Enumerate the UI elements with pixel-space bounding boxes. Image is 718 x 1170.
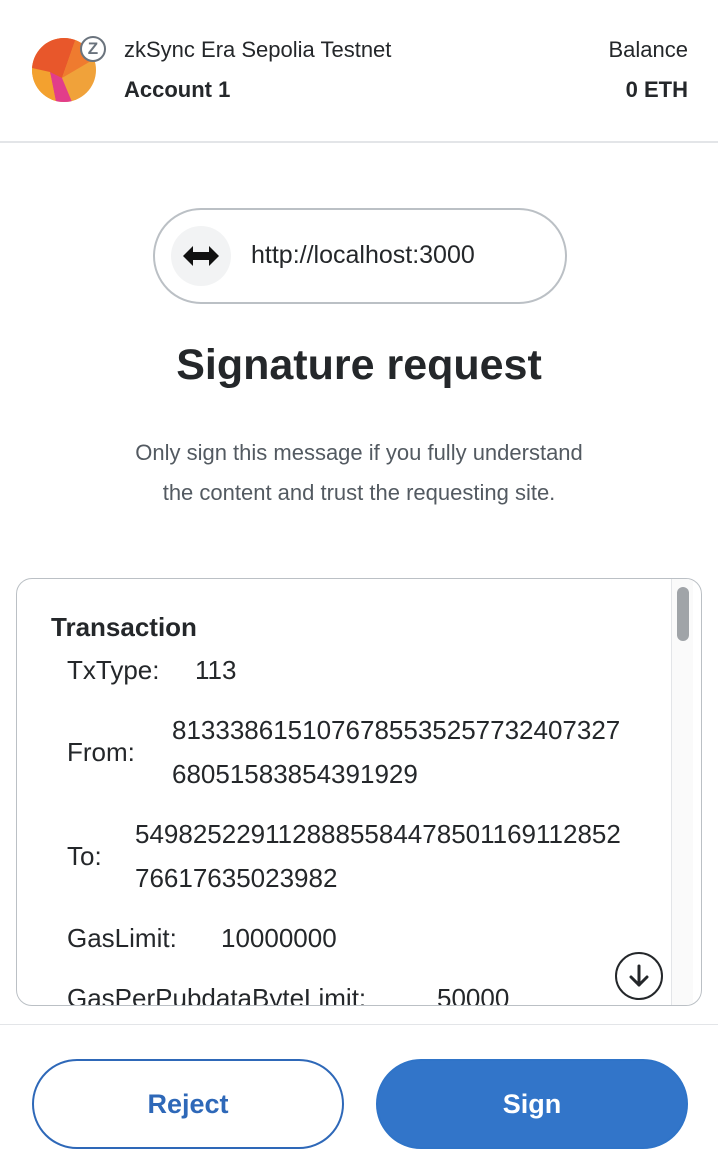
- gasperpubdata-value: 50000: [437, 983, 510, 1006]
- balance-label: Balance: [608, 37, 688, 62]
- message-scrollbar[interactable]: [671, 579, 693, 1005]
- scrollbar-thumb[interactable]: [677, 587, 689, 641]
- account-name: Account 1: [124, 77, 231, 102]
- warning-text: Only sign this message if you fully unde…: [90, 433, 628, 513]
- to-label: To:: [67, 841, 102, 871]
- network-badge-icon: Z: [80, 36, 106, 62]
- network-name: zkSync Era Sepolia Testnet: [124, 37, 392, 62]
- txtype-label: TxType:: [67, 655, 160, 685]
- origin-url: http://localhost:3000: [251, 241, 475, 269]
- balance-value: 0 ETH: [625, 77, 688, 102]
- gaslimit-label: GasLimit:: [67, 923, 177, 953]
- txtype-value: 113: [195, 655, 237, 685]
- message-heading: Transaction: [51, 612, 197, 642]
- from-label: From:: [67, 737, 135, 767]
- page-title: Signature request: [176, 341, 542, 389]
- gasperpubdata-label: GasPerPubdataByteLimit:: [67, 983, 367, 1006]
- warning-line-2: the content and trust the requesting sit…: [162, 480, 556, 505]
- scroll-down-arrow-icon[interactable]: [615, 952, 663, 1000]
- to-value-line-2: 76617635023982: [135, 863, 338, 893]
- warning-line-1: Only sign this message if you fully unde…: [135, 440, 583, 465]
- reject-button[interactable]: Reject: [32, 1059, 344, 1149]
- from-value-line-1: 813338615107678553525773240732​7: [172, 715, 621, 745]
- sign-button[interactable]: Sign: [376, 1059, 688, 1149]
- action-footer: Reject Sign: [0, 1024, 718, 1170]
- origin-pill: http://localhost:3000: [153, 208, 567, 304]
- account-header: Z zkSync Era Sepolia Testnet Account 1 B…: [0, 0, 718, 143]
- to-value-line-1: 549825229112888558447850116911285​2: [135, 819, 621, 849]
- from-value-line-2: 68051583854391929: [172, 759, 418, 789]
- message-box[interactable]: Transaction TxType: 113 From: 8133386151…: [16, 578, 702, 1006]
- account-avatar[interactable]: Z: [32, 36, 106, 108]
- arrows-swap-icon: [171, 226, 231, 286]
- gaslimit-value: 10000000: [221, 923, 337, 953]
